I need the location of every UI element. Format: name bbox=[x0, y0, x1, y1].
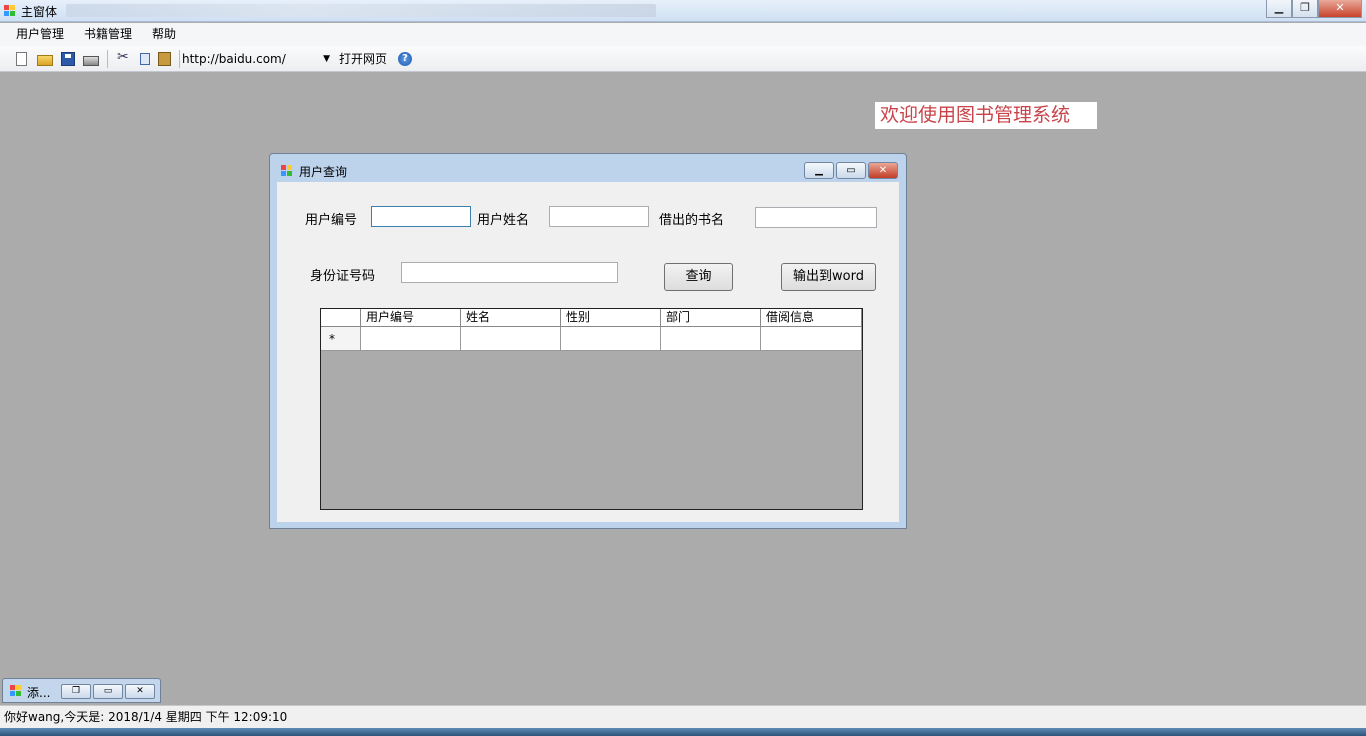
grid-cell[interactable] bbox=[461, 327, 561, 351]
id-card-label: 身份证号码 bbox=[310, 269, 376, 284]
user-data-grid[interactable]: 用户编号 姓名 性别 部门 借阅信息 * bbox=[320, 308, 863, 510]
table-row[interactable]: * bbox=[321, 327, 862, 351]
export-word-button[interactable]: 输出到word bbox=[781, 263, 876, 291]
user-id-input[interactable] bbox=[371, 206, 471, 227]
grid-cell[interactable] bbox=[361, 327, 461, 351]
query-button[interactable]: 查询 bbox=[664, 263, 733, 291]
status-bar: 你好wang,今天是: 2018/1/4 星期四 下午 12:09:10 bbox=[0, 705, 1366, 728]
cut-icon[interactable] bbox=[116, 49, 132, 67]
copy-icon[interactable] bbox=[140, 52, 150, 65]
maximize-button[interactable]: ▭ bbox=[93, 684, 123, 699]
minimized-window-title: 添... bbox=[27, 686, 51, 700]
minimized-child-window[interactable]: 添... ❐ ▭ ✕ bbox=[2, 678, 161, 703]
book-name-input[interactable] bbox=[755, 207, 877, 228]
menu-user-management[interactable]: 用户管理 bbox=[6, 23, 74, 46]
open-icon[interactable] bbox=[37, 54, 53, 66]
welcome-banner: 欢迎使用图书管理系统 bbox=[875, 102, 1097, 129]
window-title: 主窗体 bbox=[21, 5, 58, 19]
toolbar: http://baidu.com/ ▼ 打开网页 ? bbox=[0, 46, 1366, 72]
minimize-button[interactable]: ▁ bbox=[1266, 0, 1292, 18]
grid-column-header[interactable]: 借阅信息 bbox=[761, 309, 862, 327]
grid-cell[interactable] bbox=[561, 327, 661, 351]
book-name-label: 借出的书名 bbox=[659, 213, 725, 228]
print-icon[interactable] bbox=[83, 55, 99, 66]
user-name-label: 用户姓名 bbox=[477, 213, 530, 228]
grid-column-header[interactable]: 性别 bbox=[561, 309, 661, 327]
grid-cell[interactable] bbox=[661, 327, 761, 351]
restore-button[interactable]: ❐ bbox=[61, 684, 91, 699]
app-icon bbox=[4, 5, 16, 17]
url-value: http://baidu.com/ bbox=[182, 52, 286, 66]
blurred-title-area bbox=[66, 4, 656, 17]
grid-column-header[interactable]: 部门 bbox=[661, 309, 761, 327]
os-taskbar bbox=[0, 728, 1366, 736]
user-id-label: 用户编号 bbox=[305, 213, 358, 228]
child-close-button[interactable]: ✕ bbox=[868, 162, 898, 179]
child-window-title: 用户查询 bbox=[299, 165, 348, 179]
close-button[interactable]: ✕ bbox=[1318, 0, 1362, 18]
grid-corner-header bbox=[321, 309, 361, 327]
user-query-window: 用户查询 ▁ ▭ ✕ 用户编号 用户姓名 借出的书名 身份证号码 查询 输出到w… bbox=[269, 153, 907, 529]
child-window-controls: ▁ ▭ ✕ bbox=[804, 162, 898, 179]
window-icon bbox=[10, 685, 22, 697]
minimized-window-controls: ❐ ▭ ✕ bbox=[61, 684, 155, 699]
grid-cell[interactable] bbox=[761, 327, 862, 351]
id-card-input[interactable] bbox=[401, 262, 618, 283]
menu-help[interactable]: 帮助 bbox=[142, 23, 186, 46]
maximize-button[interactable]: ❐ bbox=[1292, 0, 1318, 18]
save-icon[interactable] bbox=[61, 51, 75, 66]
toolbar-separator bbox=[179, 49, 180, 68]
chevron-down-icon[interactable]: ▼ bbox=[323, 50, 330, 68]
main-title-bar[interactable]: 主窗体 ▁ ❐ ✕ bbox=[0, 0, 1366, 22]
toolbar-separator bbox=[107, 49, 108, 68]
window-icon bbox=[281, 165, 293, 177]
close-button[interactable]: ✕ bbox=[125, 684, 155, 699]
child-window-body: 用户编号 用户姓名 借出的书名 身份证号码 查询 输出到word 用户编号 姓名… bbox=[277, 182, 899, 522]
child-maximize-button[interactable]: ▭ bbox=[836, 162, 866, 179]
window-controls: ▁ ❐ ✕ bbox=[1266, 0, 1362, 18]
help-icon[interactable]: ? bbox=[398, 52, 412, 66]
url-combobox[interactable]: http://baidu.com/ ▼ bbox=[182, 50, 332, 68]
new-icon[interactable] bbox=[16, 51, 27, 66]
new-row-marker[interactable]: * bbox=[321, 327, 361, 351]
paste-icon[interactable] bbox=[158, 51, 171, 66]
grid-column-header[interactable]: 用户编号 bbox=[361, 309, 461, 327]
grid-column-header[interactable]: 姓名 bbox=[461, 309, 561, 327]
child-minimize-button[interactable]: ▁ bbox=[804, 162, 834, 179]
menu-bar: 用户管理 书籍管理 帮助 bbox=[0, 23, 1366, 46]
status-text: 你好wang,今天是: 2018/1/4 星期四 下午 12:09:10 bbox=[4, 710, 288, 724]
grid-header-row: 用户编号 姓名 性别 部门 借阅信息 bbox=[321, 309, 862, 327]
menu-book-management[interactable]: 书籍管理 bbox=[74, 23, 142, 46]
user-name-input[interactable] bbox=[549, 206, 649, 227]
open-web-button[interactable]: 打开网页 bbox=[339, 50, 387, 68]
